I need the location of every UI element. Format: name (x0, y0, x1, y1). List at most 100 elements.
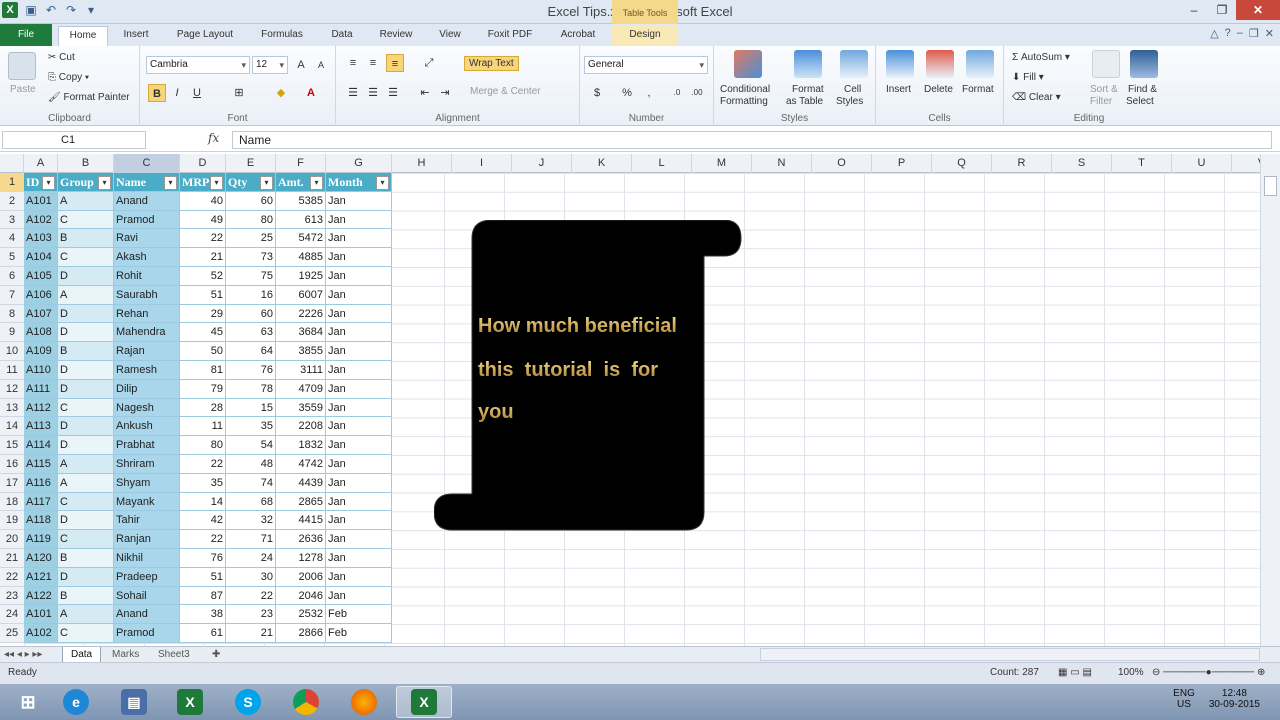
table-cell[interactable]: C (58, 210, 114, 230)
insert-cells-icon[interactable] (886, 50, 914, 78)
name-box[interactable]: C1 (2, 131, 146, 149)
table-cell[interactable]: 32 (226, 511, 276, 531)
format-as-table-button[interactable]: Format (792, 84, 824, 95)
table-cell[interactable]: 5385 (276, 191, 326, 211)
table-cell[interactable]: 2006 (276, 567, 326, 587)
scroll-thumb[interactable] (1264, 176, 1277, 196)
window-minimize-icon[interactable]: – (1237, 27, 1243, 40)
column-header-m[interactable]: M (692, 154, 752, 173)
format-cells-icon[interactable] (966, 50, 994, 78)
table-header-cell[interactable]: ID (24, 173, 58, 192)
table-header-cell[interactable]: Month (326, 173, 392, 192)
table-cell[interactable]: A (58, 191, 114, 211)
table-cell[interactable]: Jan (326, 210, 392, 230)
table-cell[interactable]: A116 (24, 473, 58, 493)
row-header[interactable]: 18 (0, 492, 24, 512)
table-cell[interactable]: Jan (326, 549, 392, 568)
table-cell[interactable]: Rajan (114, 342, 180, 361)
table-cell[interactable]: A117 (24, 492, 58, 512)
tab-formulas[interactable]: Formulas (252, 26, 312, 46)
table-cell[interactable]: A (58, 455, 114, 474)
table-cell[interactable]: 16 (226, 285, 276, 305)
table-cell[interactable]: Mayank (114, 492, 180, 512)
help-icon[interactable]: ? (1225, 27, 1231, 40)
table-cell[interactable]: 1278 (276, 549, 326, 568)
table-cell[interactable]: 3111 (276, 361, 326, 380)
table-cell[interactable]: 63 (226, 323, 276, 343)
font-color-icon[interactable]: A (302, 84, 320, 102)
row-header[interactable]: 21 (0, 549, 24, 568)
column-header-b[interactable]: B (58, 154, 114, 173)
underline-button[interactable]: U (188, 84, 206, 102)
table-cell[interactable]: Jan (326, 285, 392, 305)
table-cell[interactable]: 22 (180, 455, 226, 474)
table-cell[interactable]: A103 (24, 229, 58, 249)
sort-filter-button[interactable]: Sort & (1090, 84, 1118, 95)
table-cell[interactable]: A102 (24, 624, 58, 643)
cell-styles-button[interactable]: Cell (844, 84, 861, 95)
table-cell[interactable]: A109 (24, 342, 58, 361)
table-cell[interactable]: 87 (180, 586, 226, 606)
autosum-button[interactable]: Σ AutoSum ▾ (1012, 52, 1070, 63)
grow-font-icon[interactable]: A (292, 56, 310, 74)
table-cell[interactable]: 30 (226, 567, 276, 587)
format-cells-button[interactable]: Format (962, 84, 994, 95)
row-header[interactable]: 8 (0, 304, 24, 324)
table-cell[interactable]: Nagesh (114, 398, 180, 418)
table-cell[interactable]: 2532 (276, 605, 326, 625)
table-cell[interactable]: Pramod (114, 210, 180, 230)
column-header-q[interactable]: Q (932, 154, 992, 173)
column-header-h[interactable]: H (392, 154, 452, 173)
table-cell[interactable]: Rehan (114, 304, 180, 324)
table-cell[interactable]: 2636 (276, 530, 326, 549)
percent-icon[interactable]: % (618, 84, 636, 102)
table-cell[interactable]: A112 (24, 398, 58, 418)
copy-button[interactable]: ⎘ Copy ▾ (48, 72, 89, 83)
table-cell[interactable]: 22 (180, 530, 226, 549)
decrease-indent-icon[interactable]: ⇤ (416, 84, 434, 102)
tab-review[interactable]: Review (372, 26, 420, 46)
wrap-text-button[interactable]: Wrap Text (464, 56, 519, 71)
table-cell[interactable]: Ranjan (114, 530, 180, 549)
table-cell[interactable]: A114 (24, 436, 58, 455)
merge-center-button[interactable]: Merge & Center (470, 86, 541, 97)
table-header-cell[interactable]: Qty (226, 173, 276, 192)
table-cell[interactable]: 49 (180, 210, 226, 230)
vertical-scrollbar[interactable] (1260, 154, 1280, 646)
row-header[interactable]: 10 (0, 342, 24, 361)
column-header-i[interactable]: I (452, 154, 512, 173)
table-cell[interactable]: Tahir (114, 511, 180, 531)
table-cell[interactable]: C (58, 398, 114, 418)
tab-design[interactable]: Design (612, 26, 678, 46)
table-cell[interactable]: D (58, 304, 114, 324)
cell-styles-icon[interactable] (840, 50, 868, 78)
increase-indent-icon[interactable]: ⇥ (436, 84, 454, 102)
row-header[interactable]: 9 (0, 323, 24, 343)
table-cell[interactable]: 51 (180, 285, 226, 305)
table-cell[interactable]: Ramesh (114, 361, 180, 380)
table-cell[interactable]: 75 (226, 267, 276, 286)
zoom-level[interactable]: 100% (1118, 667, 1144, 678)
table-cell[interactable]: 1925 (276, 267, 326, 286)
table-cell[interactable]: Anand (114, 605, 180, 625)
sheet-tab-sheet3[interactable]: Sheet3 (150, 647, 198, 663)
table-cell[interactable]: D (58, 267, 114, 286)
row-header[interactable]: 4 (0, 229, 24, 249)
conditional-formatting-icon[interactable] (734, 50, 762, 78)
table-cell[interactable]: A107 (24, 304, 58, 324)
formula-input[interactable]: Name (232, 131, 1272, 149)
table-cell[interactable]: A122 (24, 586, 58, 606)
row-header[interactable]: 15 (0, 436, 24, 455)
table-cell[interactable]: Jan (326, 248, 392, 267)
table-cell[interactable]: B (58, 229, 114, 249)
table-cell[interactable]: 76 (180, 549, 226, 568)
table-cell[interactable]: 48 (226, 455, 276, 474)
sheet-nav-icon[interactable]: ◂◂ ◂ ▸ ▸▸ (0, 647, 46, 663)
row-header[interactable]: 7 (0, 285, 24, 305)
table-cell[interactable]: 4415 (276, 511, 326, 531)
conditional-formatting-button[interactable]: Conditional (720, 84, 770, 95)
decrease-decimal-icon[interactable]: .00 (688, 84, 706, 102)
table-cell[interactable]: Feb (326, 624, 392, 643)
table-cell[interactable]: 25 (226, 229, 276, 249)
table-cell[interactable]: 21 (226, 624, 276, 643)
